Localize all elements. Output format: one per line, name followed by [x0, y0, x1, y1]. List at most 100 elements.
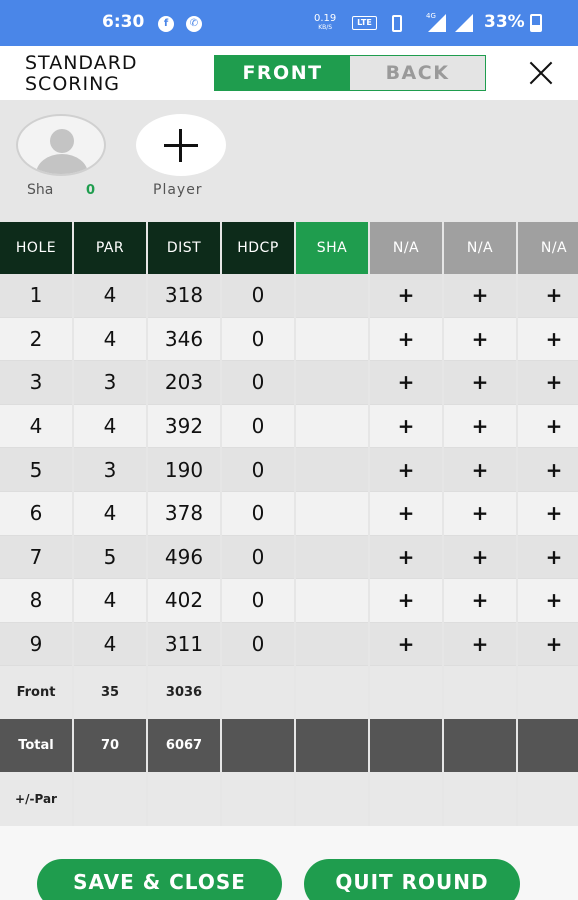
hole-dist: 402 [148, 579, 220, 623]
hole-par: 4 [74, 622, 146, 667]
table-row: 8 4 402 0 + + + [0, 579, 578, 623]
add-score-button[interactable]: + [444, 579, 516, 623]
col-player-empty-2[interactable]: N/A [444, 222, 516, 274]
add-score-button[interactable]: + [370, 579, 442, 623]
plus-minus-label: +/-Par [0, 772, 72, 827]
add-score-button[interactable]: + [370, 404, 442, 449]
hole-hdcp: 0 [222, 361, 294, 405]
save-close-button[interactable]: SAVE & CLOSE [37, 859, 282, 900]
close-icon[interactable] [524, 56, 558, 90]
add-score-button[interactable]: + [370, 317, 442, 362]
hole-dist: 311 [148, 622, 220, 667]
add-score-button[interactable]: + [518, 448, 578, 492]
hole-par: 3 [74, 448, 146, 492]
add-score-button[interactable]: + [444, 361, 516, 405]
hole-number: 5 [0, 448, 72, 492]
status-time: 6:30 [102, 12, 145, 32]
quit-round-button[interactable]: QUIT ROUND [304, 859, 520, 900]
hole-dist: 378 [148, 491, 220, 536]
score-cell-sha[interactable] [296, 579, 368, 623]
add-score-button[interactable]: + [444, 404, 516, 449]
battery-icon [530, 14, 542, 32]
phone-icon: ✆ [186, 16, 202, 32]
table-row: 4 4 392 0 + + + [0, 404, 578, 449]
add-player-button[interactable] [136, 114, 226, 176]
front-cell [222, 666, 294, 720]
score-cell-sha[interactable] [296, 448, 368, 492]
add-score-button[interactable]: + [518, 535, 578, 580]
add-score-button[interactable]: + [518, 361, 578, 405]
score-cell-sha[interactable] [296, 491, 368, 536]
front-par: 35 [74, 666, 146, 720]
total-cell [518, 719, 578, 773]
add-score-button[interactable]: + [518, 622, 578, 667]
table-row: 6 4 378 0 + + + [0, 491, 578, 536]
score-cell-sha[interactable] [296, 622, 368, 667]
hole-hdcp: 0 [222, 448, 294, 492]
add-score-button[interactable]: + [370, 622, 442, 667]
hole-par: 4 [74, 404, 146, 449]
score-cell-sha[interactable] [296, 535, 368, 580]
score-cell-sha[interactable] [296, 361, 368, 405]
total-cell [296, 719, 368, 773]
hole-hdcp: 0 [222, 535, 294, 580]
plus-minus-cell [444, 772, 516, 827]
add-score-button[interactable]: + [444, 274, 516, 318]
add-score-button[interactable]: + [518, 404, 578, 449]
add-score-button[interactable]: + [518, 317, 578, 362]
plus-minus-cell [370, 772, 442, 827]
add-score-button[interactable]: + [370, 274, 442, 318]
battery-percent: 33% [484, 12, 525, 32]
plus-minus-cell [222, 772, 294, 827]
avatar-body [36, 154, 88, 174]
front-cell [444, 666, 516, 720]
add-score-button[interactable]: + [370, 448, 442, 492]
avatar-head [50, 129, 74, 153]
add-score-button[interactable]: + [444, 622, 516, 667]
add-score-button[interactable]: + [518, 579, 578, 623]
col-player-empty-1[interactable]: N/A [370, 222, 442, 274]
hole-hdcp: 0 [222, 317, 294, 362]
status-bar: 6:30 f ✆ 0.19 KB/S LTE 4G 33% [0, 0, 578, 46]
add-score-button[interactable]: + [370, 361, 442, 405]
front-dist: 3036 [148, 666, 220, 720]
add-score-button[interactable]: + [370, 491, 442, 536]
col-player-sha[interactable]: SHA [296, 222, 368, 274]
total-dist: 6067 [148, 719, 220, 773]
table-row: 9 4 311 0 + + + [0, 622, 578, 667]
total-label: Total [0, 719, 72, 773]
hole-number: 1 [0, 274, 72, 318]
add-score-button[interactable]: + [444, 491, 516, 536]
col-player-empty-3[interactable]: N/A [518, 222, 578, 274]
hole-hdcp: 0 [222, 491, 294, 536]
add-score-button[interactable]: + [444, 535, 516, 580]
signal-icon-2 [455, 14, 473, 32]
nine-selector: FRONT BACK [214, 55, 486, 91]
tab-back[interactable]: BACK [350, 56, 485, 90]
speed-unit: KB/S [318, 24, 333, 31]
hole-dist: 190 [148, 448, 220, 492]
score-cell-sha[interactable] [296, 274, 368, 318]
volte-icon: LTE [352, 16, 377, 30]
col-par: PAR [74, 222, 146, 274]
add-score-button[interactable]: + [518, 491, 578, 536]
title-line-1: STANDARD [25, 52, 138, 74]
hole-dist: 203 [148, 361, 220, 405]
add-score-button[interactable]: + [444, 317, 516, 362]
hole-par: 4 [74, 274, 146, 318]
score-cell-sha[interactable] [296, 317, 368, 362]
add-score-button[interactable]: + [518, 274, 578, 318]
plus-minus-cell [518, 772, 578, 827]
hole-dist: 392 [148, 404, 220, 449]
player-avatar[interactable] [16, 114, 106, 176]
front-row: Front 35 3036 [0, 666, 578, 720]
score-cell-sha[interactable] [296, 404, 368, 449]
add-score-button[interactable]: + [444, 448, 516, 492]
total-cell [222, 719, 294, 773]
table-row: 1 4 318 0 + + + [0, 274, 578, 318]
total-row: Total 70 6067 [0, 719, 578, 773]
notification-icon: f [158, 16, 174, 32]
add-score-button[interactable]: + [370, 535, 442, 580]
table-row: 2 4 346 0 + + + [0, 317, 578, 362]
tab-front[interactable]: FRONT [215, 56, 350, 90]
